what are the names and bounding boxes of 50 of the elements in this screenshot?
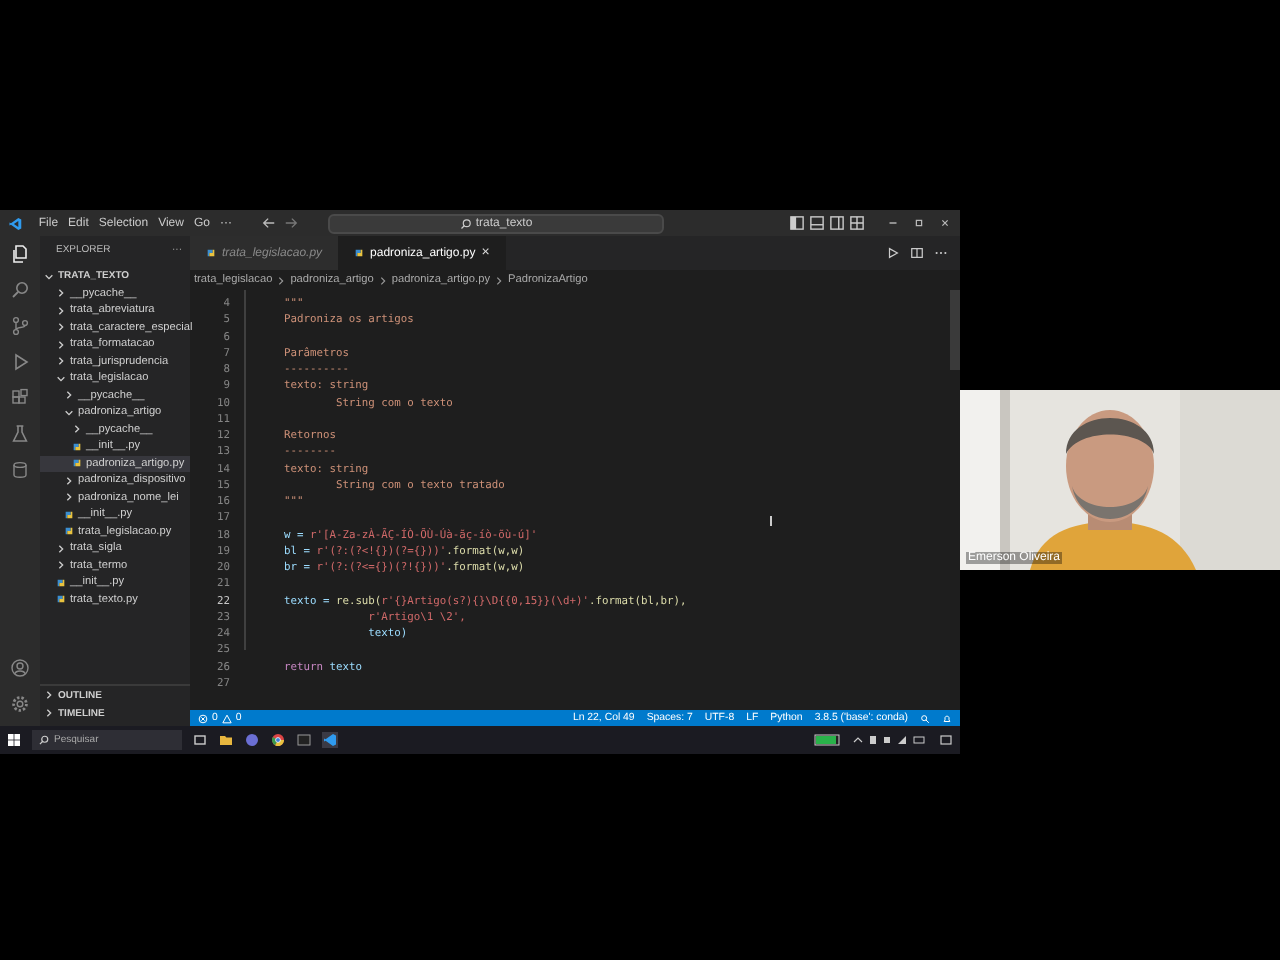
bell-icon[interactable] bbox=[942, 713, 952, 723]
terminal-icon[interactable] bbox=[296, 732, 312, 748]
task-view-icon[interactable] bbox=[192, 732, 208, 748]
settings-icon[interactable] bbox=[10, 694, 30, 714]
python-file-icon bbox=[354, 248, 365, 258]
video-call-icon[interactable] bbox=[244, 732, 260, 748]
python-file-icon bbox=[56, 577, 66, 588]
warning-icon bbox=[221, 713, 232, 723]
minimize-icon[interactable] bbox=[886, 216, 900, 230]
layout-icon[interactable] bbox=[790, 216, 804, 230]
close-icon[interactable] bbox=[938, 216, 952, 230]
chevron-icon bbox=[377, 275, 388, 285]
python-file-icon bbox=[72, 458, 82, 469]
source-control-icon[interactable] bbox=[10, 316, 30, 336]
python-file-icon bbox=[56, 594, 66, 605]
python-file-icon bbox=[206, 248, 216, 258]
extensions-icon[interactable] bbox=[10, 388, 30, 408]
python-file-icon bbox=[72, 441, 82, 452]
scrollbar[interactable] bbox=[950, 290, 960, 370]
text-cursor-icon bbox=[770, 516, 772, 526]
python-file-icon bbox=[64, 509, 74, 520]
vscode-taskbar-icon[interactable] bbox=[322, 732, 338, 748]
chevron-icon bbox=[494, 275, 504, 285]
account-icon[interactable] bbox=[10, 658, 30, 678]
notification-icon[interactable] bbox=[938, 732, 954, 748]
vscode-logo-icon bbox=[8, 215, 23, 231]
run-debug-icon[interactable] bbox=[10, 352, 30, 372]
system-tray-icons[interactable] bbox=[850, 734, 930, 746]
windows-logo-icon[interactable] bbox=[6, 732, 22, 748]
back-arrow-icon[interactable] bbox=[262, 216, 276, 230]
feedback-icon[interactable] bbox=[920, 713, 930, 723]
layout-icon[interactable] bbox=[810, 216, 824, 230]
python-file-icon bbox=[64, 526, 74, 537]
search-icon bbox=[459, 217, 472, 229]
cylinder-icon[interactable] bbox=[10, 460, 30, 480]
flask-icon[interactable] bbox=[10, 424, 30, 444]
split-editor-icon[interactable] bbox=[910, 246, 924, 260]
folder-icon[interactable] bbox=[218, 732, 234, 748]
restore-icon[interactable] bbox=[912, 216, 926, 230]
run-icon[interactable] bbox=[886, 246, 900, 260]
chevron-icon bbox=[276, 275, 287, 285]
search-icon bbox=[38, 734, 50, 746]
battery-icon[interactable] bbox=[814, 734, 842, 746]
files-icon[interactable] bbox=[10, 244, 30, 264]
error-icon bbox=[198, 713, 208, 723]
browser-icon[interactable] bbox=[270, 732, 286, 748]
layout-icon[interactable] bbox=[830, 216, 844, 230]
layout-icon[interactable] bbox=[850, 216, 864, 230]
forward-arrow-icon[interactable] bbox=[284, 216, 298, 230]
search-icon[interactable] bbox=[10, 280, 30, 300]
